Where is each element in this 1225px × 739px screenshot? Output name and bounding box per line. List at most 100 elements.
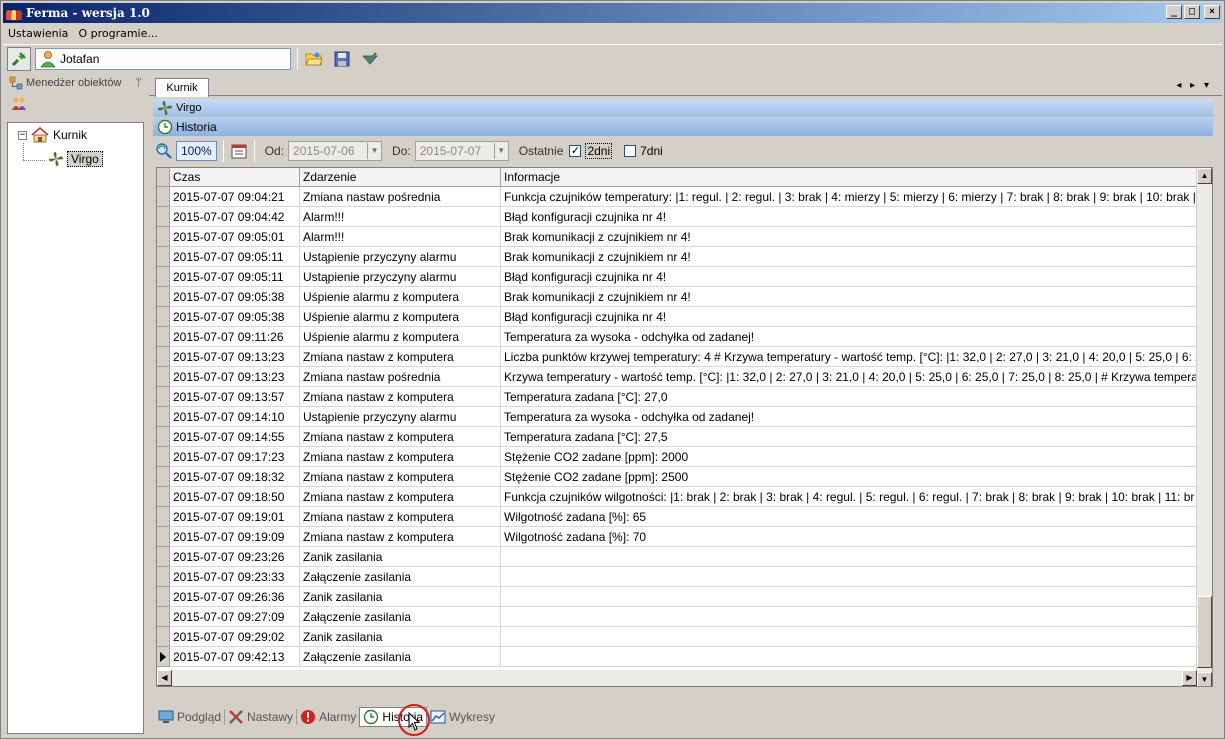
checkbox-7dni-label[interactable]: 7dni bbox=[640, 144, 663, 158]
cell-informacje[interactable] bbox=[501, 567, 1197, 587]
cell-informacje[interactable]: Stężenie CO2 zadane [ppm]: 2000 bbox=[501, 447, 1197, 467]
refresh-search-icon[interactable] bbox=[155, 142, 173, 160]
table-row[interactable]: 2015-07-07 09:23:26 Zanik zasilania bbox=[157, 547, 1197, 567]
close-button[interactable]: × bbox=[1204, 5, 1220, 19]
table-row[interactable]: 2015-07-07 09:29:02 Zanik zasilania bbox=[157, 627, 1197, 647]
table-row[interactable]: 2015-07-07 09:04:21 Zmiana nastaw pośredn… bbox=[157, 187, 1197, 207]
row-selector[interactable] bbox=[157, 227, 170, 247]
cell-czas[interactable]: 2015-07-07 09:27:09 bbox=[170, 607, 300, 627]
row-selector[interactable] bbox=[157, 367, 170, 387]
tab-alarmy[interactable]: Alarmy bbox=[297, 707, 359, 727]
cell-czas[interactable]: 2015-07-07 09:18:50 bbox=[170, 487, 300, 507]
cell-czas[interactable]: 2015-07-07 09:05:11 bbox=[170, 267, 300, 287]
cell-zdarzenie[interactable]: Zanik zasilania bbox=[300, 587, 501, 607]
cell-zdarzenie[interactable]: Zanik zasilania bbox=[300, 547, 501, 567]
cell-czas[interactable]: 2015-07-07 09:14:10 bbox=[170, 407, 300, 427]
table-row[interactable]: 2015-07-07 09:05:38 Uśpienie alarmu z kom… bbox=[157, 307, 1197, 327]
cell-informacje[interactable]: Błąd konfiguracji czujnika nr 4! bbox=[501, 267, 1197, 287]
horizontal-scrollbar[interactable]: ◀ ▶ bbox=[157, 670, 1197, 686]
row-selector[interactable] bbox=[157, 547, 170, 567]
row-selector[interactable] bbox=[157, 487, 170, 507]
cell-informacje[interactable] bbox=[501, 547, 1197, 567]
cell-informacje[interactable] bbox=[501, 627, 1197, 647]
pin-icon[interactable]: ᛘ bbox=[135, 77, 142, 89]
cell-zdarzenie[interactable]: Zmiana nastaw z komputera bbox=[300, 387, 501, 407]
cell-informacje[interactable]: Wilgotność zadana [%]: 65 bbox=[501, 507, 1197, 527]
minimize-button[interactable]: _ bbox=[1166, 5, 1182, 19]
cell-informacje[interactable]: Funkcja czujników temperatury: |1: regul… bbox=[501, 187, 1197, 207]
tab-podglad[interactable]: Podgląd bbox=[155, 707, 224, 727]
row-selector[interactable] bbox=[157, 347, 170, 367]
table-row[interactable]: 2015-07-07 09:05:01 Alarm!!! Brak komunika… bbox=[157, 227, 1197, 247]
cell-informacje[interactable]: Stężenie CO2 zadane [ppm]: 2500 bbox=[501, 467, 1197, 487]
tree-collapse-toggle[interactable]: − bbox=[18, 130, 27, 140]
cell-zdarzenie[interactable]: Alarm!!! bbox=[300, 207, 501, 227]
cell-informacje[interactable]: Brak komunikacji z czujnikiem nr 4! bbox=[501, 287, 1197, 307]
cell-czas[interactable]: 2015-07-07 09:18:32 bbox=[170, 467, 300, 487]
save-button[interactable] bbox=[330, 47, 354, 71]
cell-informacje[interactable]: Funkcja czujników wilgotności: |1: brak … bbox=[501, 487, 1197, 507]
cell-informacje[interactable]: Krzywa temperatury - wartość temp. [°C]:… bbox=[501, 367, 1197, 387]
cell-czas[interactable]: 2015-07-07 09:13:57 bbox=[170, 387, 300, 407]
cell-zdarzenie[interactable]: Zmiana nastaw z komputera bbox=[300, 487, 501, 507]
cell-zdarzenie[interactable]: Ustąpienie przyczyny alarmu bbox=[300, 267, 501, 287]
row-selector[interactable] bbox=[157, 387, 170, 407]
table-row[interactable]: 2015-07-07 09:18:32 Zmiana nastaw z kompu… bbox=[157, 467, 1197, 487]
tree-node-kurnik[interactable]: − Kurnik bbox=[18, 127, 87, 143]
table-row[interactable]: 2015-07-07 09:17:23 Zmiana nastaw z kompu… bbox=[157, 447, 1197, 467]
table-row[interactable]: 2015-07-07 09:23:33 Załączenie zasilania bbox=[157, 567, 1197, 587]
cell-informacje[interactable]: Temperatura zadana [°C]: 27,0 bbox=[501, 387, 1197, 407]
row-selector[interactable] bbox=[157, 267, 170, 287]
cell-informacje[interactable] bbox=[501, 647, 1197, 667]
cell-czas[interactable]: 2015-07-07 09:19:09 bbox=[170, 527, 300, 547]
cell-czas[interactable]: 2015-07-07 09:04:42 bbox=[170, 207, 300, 227]
chevron-down-icon[interactable]: ▼ bbox=[367, 143, 381, 159]
table-row[interactable]: 2015-07-07 09:19:09 Zmiana nastaw z kompu… bbox=[157, 527, 1197, 547]
scroll-up-button[interactable]: ▲ bbox=[1197, 168, 1212, 184]
row-selector[interactable] bbox=[157, 287, 170, 307]
row-selector[interactable] bbox=[157, 327, 170, 347]
table-row[interactable]: 2015-07-07 09:13:23 Zmiana nastaw z kompu… bbox=[157, 347, 1197, 367]
users-icon[interactable] bbox=[11, 96, 27, 112]
cell-informacje[interactable] bbox=[501, 607, 1197, 627]
menu-ustawienia[interactable]: Ustawienia bbox=[3, 27, 73, 40]
cell-zdarzenie[interactable]: Zanik zasilania bbox=[300, 627, 501, 647]
row-selector[interactable] bbox=[157, 427, 170, 447]
row-selector[interactable] bbox=[157, 567, 170, 587]
cell-zdarzenie[interactable]: Alarm!!! bbox=[300, 227, 501, 247]
checkbox-7dni[interactable] bbox=[624, 145, 637, 157]
cell-czas[interactable]: 2015-07-07 09:04:21 bbox=[170, 187, 300, 207]
cell-zdarzenie[interactable]: Zmiana nastaw pośrednia bbox=[300, 187, 501, 207]
cell-czas[interactable]: 2015-07-07 09:05:38 bbox=[170, 287, 300, 307]
cell-zdarzenie[interactable]: Zmiana nastaw z komputera bbox=[300, 467, 501, 487]
cell-zdarzenie[interactable]: Zmiana nastaw z komputera bbox=[300, 447, 501, 467]
tree-node-virgo[interactable]: Virgo bbox=[48, 151, 103, 167]
apply-button[interactable] bbox=[358, 47, 382, 71]
row-selector[interactable] bbox=[157, 447, 170, 467]
tab-navigation[interactable]: ◂ ▸ ▾ bbox=[1176, 80, 1212, 91]
row-selector[interactable] bbox=[157, 187, 170, 207]
menu-o-programie[interactable]: O programie... bbox=[73, 27, 162, 40]
table-row[interactable]: 2015-07-07 09:19:01 Zmiana nastaw z kompu… bbox=[157, 507, 1197, 527]
cell-zdarzenie[interactable]: Zmiana nastaw z komputera bbox=[300, 427, 501, 447]
cell-zdarzenie[interactable]: Ustąpienie przyczyny alarmu bbox=[300, 407, 501, 427]
to-date-picker[interactable]: 2015-07-07 ▼ bbox=[414, 141, 509, 161]
cell-zdarzenie[interactable]: Zmiana nastaw pośrednia bbox=[300, 367, 501, 387]
tab-kurnik[interactable]: Kurnik bbox=[155, 78, 209, 97]
cell-zdarzenie[interactable]: Załączenie zasilania bbox=[300, 607, 501, 627]
cell-czas[interactable]: 2015-07-07 09:29:02 bbox=[170, 627, 300, 647]
cell-czas[interactable]: 2015-07-07 09:17:23 bbox=[170, 447, 300, 467]
cell-zdarzenie[interactable]: Ustąpienie przyczyny alarmu bbox=[300, 247, 501, 267]
cell-zdarzenie[interactable]: Uśpienie alarmu z komputera bbox=[300, 307, 501, 327]
connect-button[interactable] bbox=[7, 46, 31, 71]
vertical-scrollbar[interactable]: ▲ ▼ bbox=[1196, 168, 1212, 686]
table-row[interactable]: 2015-07-07 09:11:26 Uśpienie alarmu z kom… bbox=[157, 327, 1197, 347]
tab-nastawy[interactable]: Nastawy bbox=[225, 707, 296, 727]
cell-informacje[interactable] bbox=[501, 587, 1197, 607]
cell-zdarzenie[interactable]: Zmiana nastaw z komputera bbox=[300, 347, 501, 367]
cell-informacje[interactable]: Temperatura za wysoka - odchyłka od zada… bbox=[501, 407, 1197, 427]
open-button[interactable] bbox=[302, 47, 326, 71]
table-row[interactable]: 2015-07-07 09:14:10 Ustąpienie przyczyny … bbox=[157, 407, 1197, 427]
column-header-czas[interactable]: Czas bbox=[170, 168, 300, 187]
row-selector[interactable] bbox=[157, 647, 170, 667]
